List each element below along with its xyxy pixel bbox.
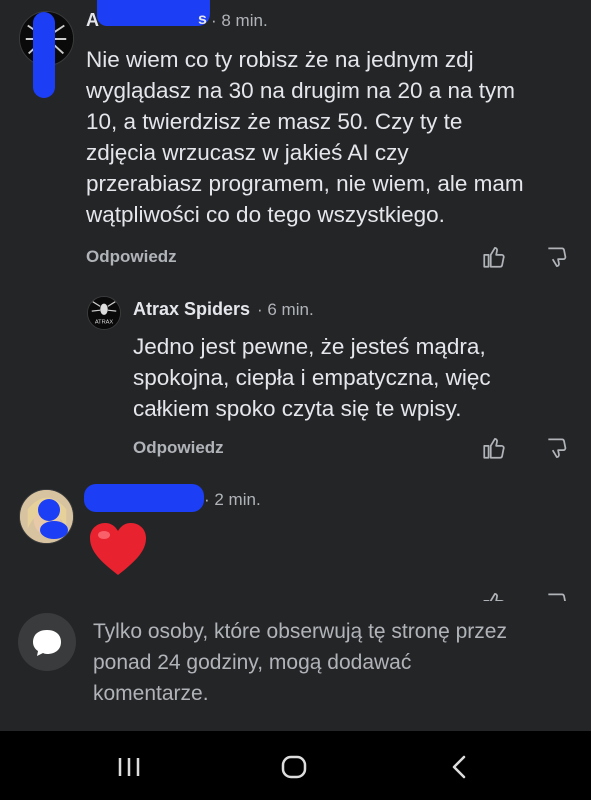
redaction-mark (38, 499, 60, 521)
comment-time: · 2 min. (204, 490, 261, 509)
redaction-mark (40, 521, 68, 539)
reply-button[interactable]: Odpowiedz (86, 247, 177, 267)
restriction-notice: Tylko osoby, które obserwują tę stronę p… (93, 620, 507, 705)
reply-avatar[interactable]: ATRAX (87, 296, 121, 330)
comment-bubble-icon (18, 613, 76, 671)
comment-author-tail: s (198, 11, 207, 28)
heart-emoji-icon (90, 523, 146, 575)
redaction-mark (84, 484, 204, 512)
thumbs-up-icon[interactable] (481, 435, 507, 461)
reply-author[interactable]: Atrax Spiders (133, 299, 250, 320)
home-icon[interactable] (279, 752, 309, 782)
reply-button[interactable]: Odpowiedz (133, 438, 224, 458)
recent-apps-icon[interactable] (114, 752, 144, 782)
thumbs-down-icon[interactable] (544, 244, 570, 270)
thumbs-down-icon[interactable] (544, 435, 570, 461)
redaction-mark (97, 0, 210, 26)
thumbs-up-icon[interactable] (481, 244, 507, 270)
spider-logo-icon: ATRAX (88, 297, 120, 329)
reply-time: · 6 min. (257, 300, 314, 319)
back-icon[interactable] (445, 752, 475, 782)
comment-time: · 8 min. (211, 11, 268, 30)
comments-screen: A s · 8 min. Nie wiem co ty robisz że na… (0, 0, 591, 800)
comment-text: Nie wiem co ty robisz że na jednym zdj w… (86, 47, 524, 227)
reply-text: Jedno jest pewne, że jesteś mądra, spoko… (133, 334, 491, 421)
svg-text:ATRAX: ATRAX (95, 319, 114, 325)
redaction-mark (33, 12, 55, 98)
